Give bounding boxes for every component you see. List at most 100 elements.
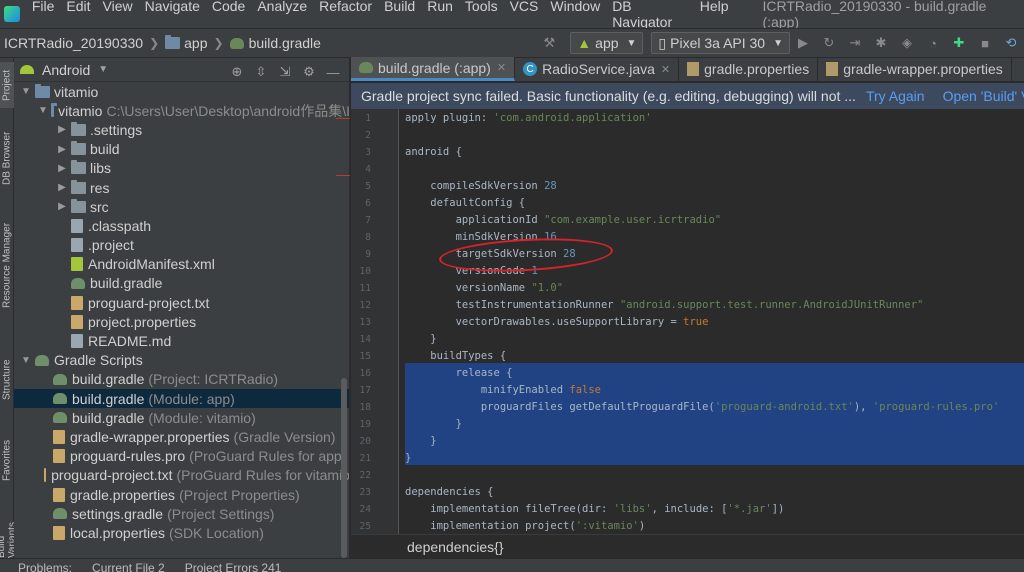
chevron-right-icon[interactable]: ▶ — [56, 124, 68, 135]
tool-window-build-variants[interactable]: Build Variants — [0, 504, 18, 558]
bottom-tab[interactable]: Project Errors 241 — [185, 559, 282, 572]
breadcrumb-project[interactable]: ICRTRadio_20190330 — [4, 35, 143, 51]
menu-item[interactable]: Code — [206, 0, 251, 30]
editor-tab[interactable]: build.gradle (:app) ✕ — [351, 57, 516, 81]
editor-tab[interactable]: gradle.properties — [679, 57, 819, 81]
try-again-link[interactable]: Try Again — [866, 88, 925, 104]
tree-item[interactable]: ▶ build — [14, 140, 349, 159]
code-line: 1 apply plugin: 'com.android.application' — [351, 110, 1024, 127]
tool-window-resource-manager[interactable]: Resource Manager — [0, 210, 14, 320]
tree-item-label: vitamio — [54, 83, 99, 100]
debug-icon[interactable]: ✱ — [868, 31, 894, 55]
chevron-down-icon[interactable]: ▼ — [20, 355, 32, 366]
menu-item[interactable]: DB Navigator — [606, 0, 694, 30]
tree-item[interactable]: ▶ src — [14, 197, 349, 216]
tree-item[interactable]: ▼ vitamio — [14, 82, 349, 101]
menu-bar: File Edit View Navigate Code Analyze Refactor B… — [0, 0, 1024, 30]
chevron-down-icon[interactable]: ▼ — [38, 105, 48, 116]
menu-item[interactable]: Build — [378, 0, 421, 30]
tree-item[interactable]: ▼ vitamio C:\Users\User\Desktop\android作品集… — [14, 101, 349, 120]
tool-window-db-browser[interactable]: DB Browser — [0, 118, 14, 198]
code-editor[interactable]: 1 apply plugin: 'com.android.application'… — [351, 109, 1024, 534]
device-select[interactable]: ▯ Pixel 3a API 30 ▼ — [651, 32, 790, 54]
menu-item[interactable]: Edit — [60, 0, 96, 30]
tree-item[interactable]: settings.gradle (Project Settings) — [14, 504, 349, 523]
tree-item[interactable]: gradle-wrapper.properties (Gradle Version… — [14, 427, 349, 446]
expand-all-icon[interactable]: ⇳ — [249, 60, 273, 84]
tree-item[interactable]: README.md — [14, 331, 349, 350]
menu-item[interactable]: View — [97, 0, 139, 30]
tree-item[interactable]: ▶ .settings — [14, 120, 349, 139]
close-icon[interactable]: ✕ — [497, 61, 506, 74]
editor-tab[interactable]: gradle-wrapper.properties — [818, 57, 1012, 81]
gear-icon[interactable]: ⚙ — [297, 60, 321, 84]
menu-item[interactable]: Analyze — [251, 0, 313, 30]
gradle-icon — [53, 373, 67, 385]
coverage-icon[interactable]: ◈ — [894, 31, 920, 55]
tree-item[interactable]: proguard-project.txt (ProGuard Rules for … — [14, 466, 349, 485]
chevron-right-icon[interactable]: ▶ — [56, 182, 68, 193]
chevron-right-icon[interactable]: ▶ — [56, 163, 68, 174]
tree-item[interactable]: build.gradle (Module: vitamio) — [14, 408, 349, 427]
tree-item[interactable]: ▶ res — [14, 178, 349, 197]
menu-item[interactable]: Refactor — [313, 0, 378, 30]
tree-item[interactable]: project.properties — [14, 312, 349, 331]
chevron-right-icon[interactable]: ▶ — [56, 201, 68, 212]
apply-code-changes-icon[interactable]: ⇥ — [842, 31, 868, 55]
menu-item[interactable]: Help — [694, 0, 735, 30]
code-line: 6 defaultConfig { — [351, 195, 1024, 212]
chevron-right-icon[interactable]: ▶ — [56, 144, 68, 155]
tree-item[interactable]: build.gradle (Project: ICRTRadio) — [14, 370, 349, 389]
breadcrumb-file[interactable]: build.gradle — [229, 35, 321, 51]
tool-window-structure[interactable]: Structure — [0, 350, 14, 410]
tree-item[interactable]: build.gradle — [14, 274, 349, 293]
tree-item-detail: (ProGuard Rules for app) — [189, 448, 347, 465]
chevron-down-icon[interactable]: ▼ — [20, 86, 32, 97]
chevron-down-icon[interactable]: ▼ — [98, 64, 108, 75]
locate-file-icon[interactable]: ⊕ — [225, 60, 249, 84]
tree-item[interactable]: ▼ Gradle Scripts — [14, 351, 349, 370]
bottom-tab[interactable]: Problems: — [18, 559, 72, 572]
run-config-select[interactable]: ▲ app ▼ — [570, 32, 644, 54]
breadcrumb-module[interactable]: app — [165, 35, 208, 51]
tree-item[interactable]: build.gradle (Module: app) — [14, 389, 349, 409]
profile-icon[interactable]: ◔ — [920, 31, 946, 55]
tree-item[interactable]: proguard-rules.pro (ProGuard Rules for ap… — [14, 447, 349, 466]
project-view-selector[interactable]: Android — [42, 62, 90, 78]
menu-item[interactable]: VCS — [504, 0, 545, 30]
tree-item[interactable]: .project — [14, 236, 349, 255]
bottom-tab[interactable]: Current File 2 — [92, 559, 165, 572]
editor-tab[interactable]: C RadioService.java ✕ — [515, 57, 680, 81]
project-tree-scrollbar[interactable] — [341, 378, 347, 558]
code-line: 16 release { — [351, 365, 1024, 382]
code-line: 18 proguardFiles getDefaultProguardFile(… — [351, 399, 1024, 416]
close-icon[interactable]: ✕ — [661, 63, 670, 76]
tree-item[interactable]: AndroidManifest.xml — [14, 255, 349, 274]
tool-window-favorites[interactable]: Favorites — [0, 430, 14, 490]
tree-item-label: settings.gradle — [72, 505, 164, 522]
tree-item[interactable]: proguard-project.txt — [14, 293, 349, 312]
run-icon[interactable]: ▶ — [790, 31, 816, 55]
hide-panel-icon[interactable]: — — [321, 60, 345, 84]
sync-icon[interactable]: ⟲ — [998, 31, 1024, 55]
hammer-icon[interactable]: ⚒ — [536, 31, 562, 55]
tree-item[interactable]: gradle.properties (Project Properties) — [14, 485, 349, 504]
tool-window-project[interactable]: Project — [0, 62, 14, 108]
menu-item[interactable]: Window — [544, 0, 606, 30]
stop-icon[interactable]: ■ — [972, 31, 998, 55]
open-build-view-link[interactable]: Open 'Build' View — [943, 88, 1024, 104]
android-studio-logo-icon — [4, 6, 20, 22]
code-text: } — [405, 433, 436, 450]
apply-changes-icon[interactable]: ↻ — [816, 31, 842, 55]
code-breadcrumb[interactable]: dependencies{} — [407, 539, 504, 555]
menu-item[interactable]: Navigate — [139, 0, 206, 30]
tree-item[interactable]: local.properties (SDK Location) — [14, 523, 349, 542]
menu-item[interactable]: Run — [421, 0, 459, 30]
menu-item[interactable]: File — [26, 0, 61, 30]
attach-debugger-icon[interactable]: ✚ — [946, 31, 972, 55]
tree-item-label: .classpath — [88, 217, 152, 234]
tree-item[interactable]: .classpath — [14, 216, 349, 235]
menu-item[interactable]: Tools — [459, 0, 504, 30]
tree-item[interactable]: ▶ libs — [14, 159, 349, 178]
collapse-all-icon[interactable]: ⇲ — [273, 60, 297, 84]
